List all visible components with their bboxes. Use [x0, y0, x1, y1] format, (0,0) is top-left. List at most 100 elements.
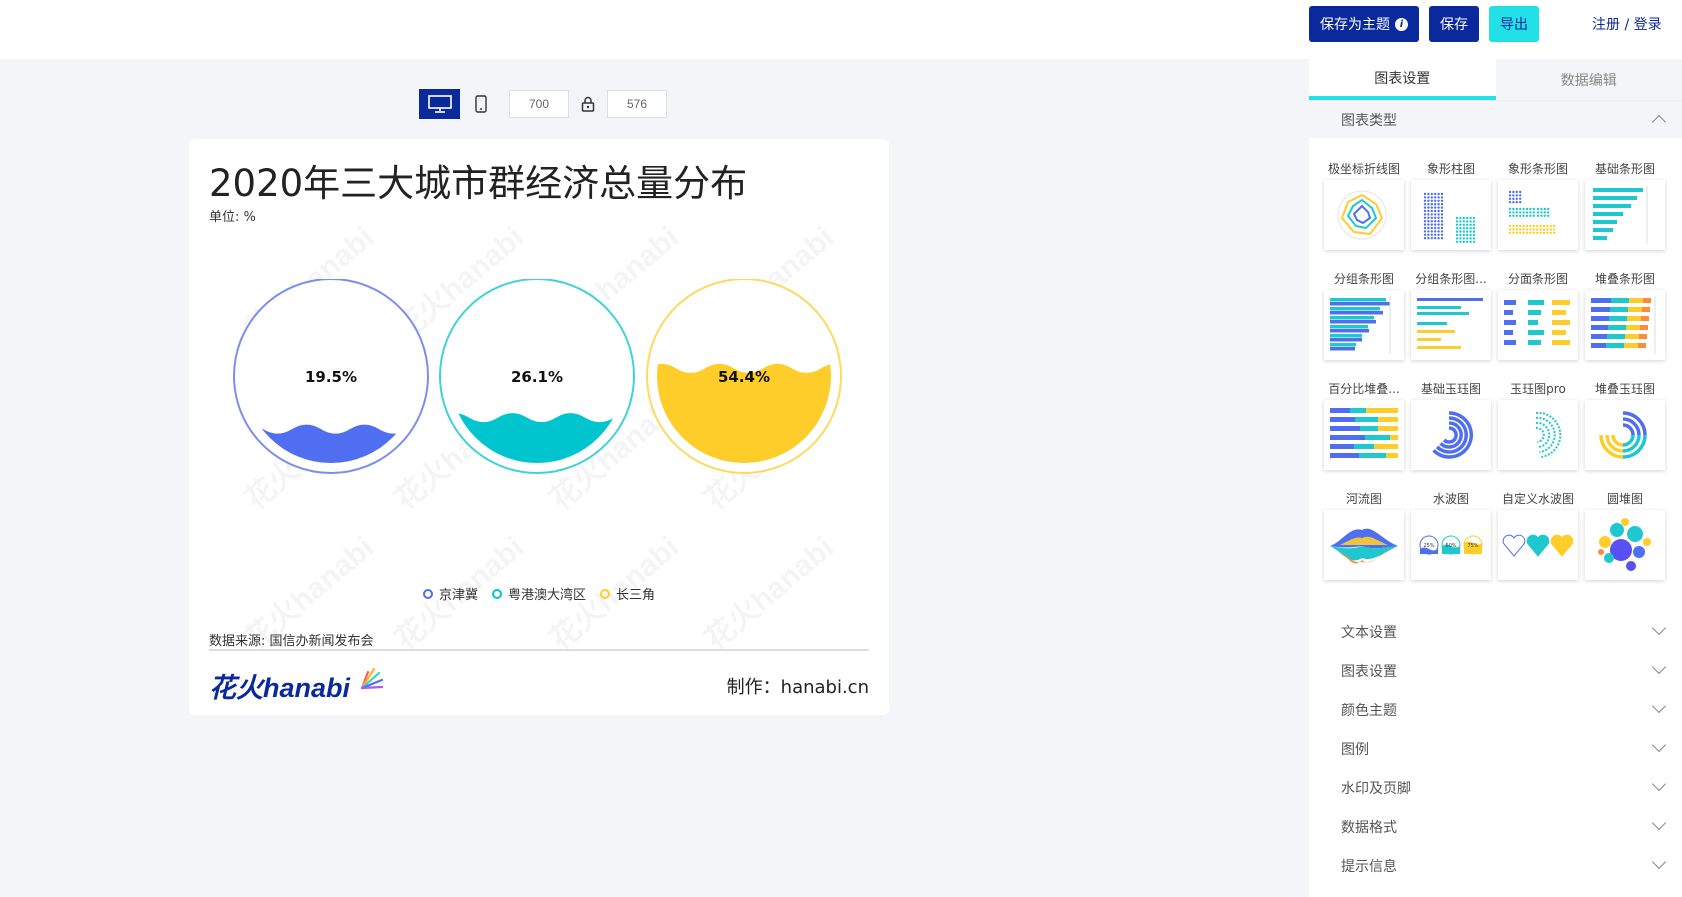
section-1[interactable]: 文本设置: [1309, 612, 1682, 651]
chart-type-grouped-bar[interactable]: 分组条形图: [1324, 270, 1404, 374]
export-button[interactable]: 导出: [1489, 6, 1539, 42]
chart-unit: 单位: %: [209, 210, 256, 225]
chevron-down-icon: [1651, 737, 1667, 753]
thumb-percent-label: 25%: [1423, 543, 1434, 549]
mobile-icon: [474, 95, 487, 113]
custom-liquid-icon: [1498, 510, 1578, 580]
liquid-ball-1[interactable]: 19.5%: [233, 279, 466, 474]
liquid-ball-2[interactable]: 26.1%: [439, 279, 672, 474]
liquid-chart[interactable]: 19.5% 26.1% 54.4%: [189, 279, 889, 509]
chevron-down-icon: [1651, 776, 1667, 792]
chart-type-basic-bar[interactable]: 基础条形图: [1585, 160, 1665, 264]
section-2[interactable]: 图表设置: [1309, 651, 1682, 690]
chart-type-radial-bar-pro[interactable]: 玉珏图pro: [1498, 380, 1578, 484]
mobile-view-button[interactable]: [460, 89, 501, 119]
legend-item[interactable]: 京津冀: [422, 584, 478, 603]
chart-type-streamgraph[interactable]: 河流图: [1324, 490, 1404, 594]
tab-data-edit[interactable]: 数据编辑: [1495, 59, 1682, 100]
chart-type-pictorial-bar[interactable]: 象形柱图: [1411, 160, 1491, 264]
thumb-percent-label: 50%: [1445, 543, 1456, 549]
value-label: 19.5%: [305, 368, 357, 386]
legend-marker-icon: [422, 588, 433, 599]
section-label: 图表设置: [1341, 663, 1397, 680]
stacked-bar-icon: [1585, 290, 1665, 360]
chart-type-liquid[interactable]: 水波图 25% 50% 75%: [1411, 490, 1491, 594]
chart-type-label: 玉珏图pro: [1510, 382, 1566, 396]
save-as-theme-button[interactable]: 保存为主题 i: [1309, 6, 1419, 42]
canvas-height-input[interactable]: [607, 90, 667, 118]
pictorial-hbar-icon: [1498, 180, 1578, 250]
chart-type-label: 象形条形图: [1507, 162, 1568, 176]
chart-type-label: 极坐标折线图: [1327, 162, 1400, 176]
chart-type-circle-pack[interactable]: 圆堆图: [1585, 490, 1665, 594]
section-6[interactable]: 数据格式: [1309, 807, 1682, 846]
legend-label: 粤港澳大湾区: [507, 588, 586, 603]
chart-type-label: 分面条形图: [1507, 272, 1568, 286]
chart-type-label: 堆叠条形图: [1594, 272, 1655, 286]
lock-icon: [581, 96, 595, 112]
percent-stacked-icon: [1324, 400, 1404, 470]
section-label: 颜色主题: [1341, 702, 1397, 719]
chart-type-percent-stacked[interactable]: 百分比堆叠...: [1324, 380, 1404, 484]
maker-credit: 制作：hanabi.cn: [726, 677, 869, 698]
thumb-percent-label: 75%: [1467, 543, 1478, 549]
chart-type-label: 圆堆图: [1606, 492, 1643, 506]
section-chart-type[interactable]: 图表类型: [1309, 101, 1682, 138]
chart-type-label: 河流图: [1345, 492, 1382, 506]
section-label: 提示信息: [1341, 858, 1397, 875]
chart-type-radial-bar[interactable]: 基础玉珏图: [1411, 380, 1491, 484]
logo-text: 花火hanabi: [209, 673, 351, 703]
grouped-bar2-icon: [1411, 290, 1491, 360]
footer-divider: [209, 649, 869, 651]
canvas-width-input[interactable]: [509, 90, 569, 118]
auth-links: 注册 / 登录: [1592, 14, 1662, 34]
polar-line-icon: [1324, 180, 1404, 250]
settings-sections: 文本设置图表设置颜色主题图例水印及页脚数据格式提示信息: [1309, 612, 1682, 885]
tab-chart-settings[interactable]: 图表设置: [1309, 59, 1496, 100]
section-chart-type-label: 图表类型: [1341, 112, 1397, 129]
info-icon: i: [1395, 17, 1408, 31]
radial-bar-pro-icon: [1498, 400, 1578, 470]
section-label: 数据格式: [1341, 819, 1397, 836]
panel-tabs: 图表设置 数据编辑: [1309, 59, 1682, 101]
settings-panel: 图表设置 数据编辑 图表类型 极坐标折线图 象形柱图 象形条形图 基础条形图分组条形图…: [1309, 59, 1682, 897]
chart-type-custom-liquid[interactable]: 自定义水波图: [1498, 490, 1578, 594]
section-3[interactable]: 颜色主题: [1309, 690, 1682, 729]
chart-type-label: 自定义水波图: [1501, 492, 1574, 506]
chevron-down-icon: [1651, 659, 1667, 675]
chart-type-label: 基础条形图: [1594, 162, 1655, 176]
chart-type-stacked-bar[interactable]: 堆叠条形图: [1585, 270, 1665, 374]
chart-type-label: 水波图: [1432, 492, 1469, 506]
chart-type-label: 象形柱图: [1426, 162, 1475, 176]
section-label: 水印及页脚: [1341, 780, 1411, 797]
section-5[interactable]: 水印及页脚: [1309, 768, 1682, 807]
chart-type-stacked-radial[interactable]: 堆叠玉珏图: [1585, 380, 1665, 484]
chart-type-label: 分组条形图: [1333, 272, 1394, 286]
legend-item[interactable]: 粤港澳大湾区: [491, 584, 586, 603]
chart-type-facet-bar[interactable]: 分面条形图: [1498, 270, 1578, 374]
chart-canvas[interactable]: 花火hanabi花火hanabi花火hanabi花火hanabi花火hanabi…: [189, 139, 889, 715]
login-link[interactable]: 登录: [1634, 17, 1662, 33]
desktop-view-button[interactable]: [419, 89, 460, 119]
chart-type-label: 基础玉珏图: [1420, 382, 1481, 396]
facet-bar-icon: [1498, 290, 1578, 360]
chevron-down-icon: [1651, 620, 1667, 636]
value-label: 54.4%: [718, 368, 770, 386]
legend-item[interactable]: 长三角: [600, 584, 655, 603]
chart-type-grouped-bar2[interactable]: 分组条形图...: [1411, 270, 1491, 374]
chart-type-label: 分组条形图...: [1415, 272, 1487, 286]
chart-type-pictorial-hbar[interactable]: 象形条形图: [1498, 160, 1578, 264]
basic-bar-icon: [1585, 180, 1665, 250]
liquid-ball-3[interactable]: 54.4%: [646, 279, 879, 474]
section-4[interactable]: 图例: [1309, 729, 1682, 768]
aspect-lock-button[interactable]: [569, 89, 607, 119]
save-button[interactable]: 保存: [1429, 6, 1479, 42]
section-7[interactable]: 提示信息: [1309, 846, 1682, 885]
section-label: 文本设置: [1341, 624, 1397, 641]
register-link[interactable]: 注册: [1592, 17, 1620, 33]
chart-title[interactable]: 2020年三大城市群经济总量分布: [209, 153, 747, 207]
legend-marker-icon: [491, 588, 502, 599]
sparkle-icon: [360, 667, 383, 690]
chart-type-polar-line[interactable]: 极坐标折线图: [1324, 160, 1404, 264]
top-bar: 保存为主题 i 保存 导出 注册 / 登录: [0, 0, 1682, 59]
